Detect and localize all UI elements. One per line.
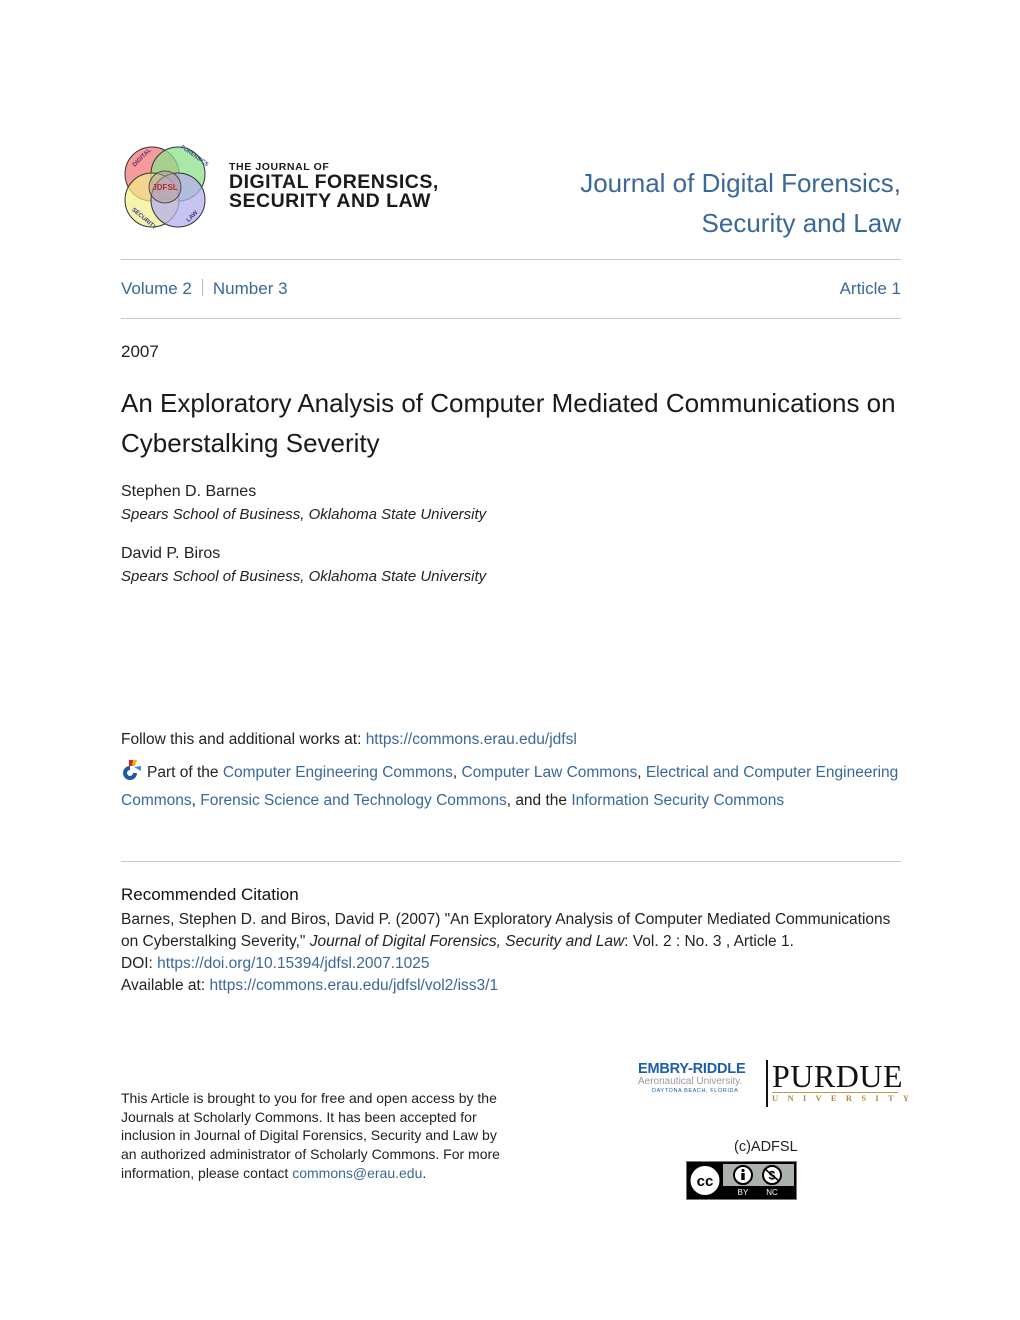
contact-email-link[interactable]: commons@erau.edu [292,1165,422,1181]
purdue-name: PURDUE [772,1058,904,1094]
erau-name: EMBRY-RIDDLE [638,1061,746,1077]
journal-title-link[interactable]: Journal of Digital Forensics, Security a… [580,163,901,243]
recommended-citation-heading: Recommended Citation [121,885,299,904]
follow-label: Follow this and additional works at: [121,731,366,748]
author-affiliation: Spears School of Business, Oklahoma Stat… [121,506,487,523]
nc-label: NC [766,1188,778,1197]
part-of-commons: Part of the Computer Engineering Commons… [121,759,911,814]
divider-issue [121,318,901,319]
citation-journal: Journal of Digital Forensics, Security a… [309,933,625,950]
open-access-note: This Article is brought to you for free … [121,1089,516,1183]
cc-by-nc-license-badge[interactable]: cc $ BY NC [686,1161,797,1200]
commons-link[interactable]: Information Security Commons [571,792,784,809]
volume-link[interactable]: Volume 2 [121,279,192,298]
period: . [422,1164,427,1181]
author-affiliation: Spears School of Business, Oklahoma Stat… [121,568,487,585]
journal-title-line-1: Journal of Digital Forensics, [580,168,901,198]
follow-url-link[interactable]: https://commons.erau.edu/jdfsl [366,731,577,748]
noncommercial-icon: $ [762,1165,782,1185]
part-of-prefix: Part of the [147,764,223,781]
bepress-network-icon [121,760,143,780]
svg-text:cc: cc [697,1173,714,1190]
divider-citation [121,861,901,862]
venn-diagram-icon: JDFSL DIGITAL FORENSICS SECURITY LAW [124,144,209,231]
logo-line-2: SECURITY AND LAW [229,189,431,212]
article-link[interactable]: Article 1 [840,279,901,299]
journal-logo-venn: JDFSL DIGITAL FORENSICS SECURITY LAW [120,142,210,232]
doi-link[interactable]: https://doi.org/10.15394/jdfsl.2007.1025 [157,955,429,972]
commons-link[interactable]: Computer Engineering Commons [223,764,453,781]
cc-icon: cc [688,1164,722,1197]
publication-year: 2007 [121,342,159,361]
purdue-university: UNIVERSITY [772,1093,919,1103]
number-link[interactable]: Number 3 [213,279,288,298]
logo-line-1: DIGITAL FORENSICS, [229,170,439,193]
issue-nav: Volume 2 Number 3 Article 1 [121,279,901,299]
available-link[interactable]: https://commons.erau.edu/jdfsl/vol2/iss3… [209,977,498,994]
available-label: Available at: [121,977,210,994]
embry-riddle-logo[interactable]: EMBRY-RIDDLE Aeronautical University. DA… [638,1062,766,1095]
erau-location: DAYTONA BEACH, FLORIDA [652,1088,739,1094]
citation-volume: : Vol. 2 : No. 3 , Article 1. [624,933,794,950]
and-the-text: , and the [506,791,572,809]
journal-title-line-2: Security and Law [701,208,901,238]
journal-logo-wordmark: THE JOURNAL OF DIGITAL FORENSICS, SECURI… [229,162,439,211]
follow-line: Follow this and additional works at: htt… [121,731,577,749]
logo-divider [766,1060,768,1107]
author-name: David P. Biros [121,545,221,562]
divider-top [121,259,901,260]
by-label: BY [738,1188,749,1197]
article-title: An Exploratory Analysis of Computer Medi… [121,388,896,458]
commons-link[interactable]: Forensic Science and Technology Commons [200,792,506,809]
comma-separator: , [637,764,646,781]
comma-separator: , [191,791,201,809]
recommended-citation-body: Barnes, Stephen D. and Biros, David P. (… [121,909,911,997]
issue-separator [201,279,203,296]
doi-label: DOI: [121,955,158,972]
attribution-icon [733,1165,753,1185]
purdue-logo[interactable]: PURDUE UNIVERSITY [772,1058,919,1103]
author-name: Stephen D. Barnes [121,483,257,500]
erau-subtitle: Aeronautical University. [638,1076,743,1087]
venn-center-label: JDFSL [152,183,177,192]
commons-link[interactable]: Computer Law Commons [461,764,637,781]
copyright-notice: (c)ADFSL [734,1139,798,1155]
